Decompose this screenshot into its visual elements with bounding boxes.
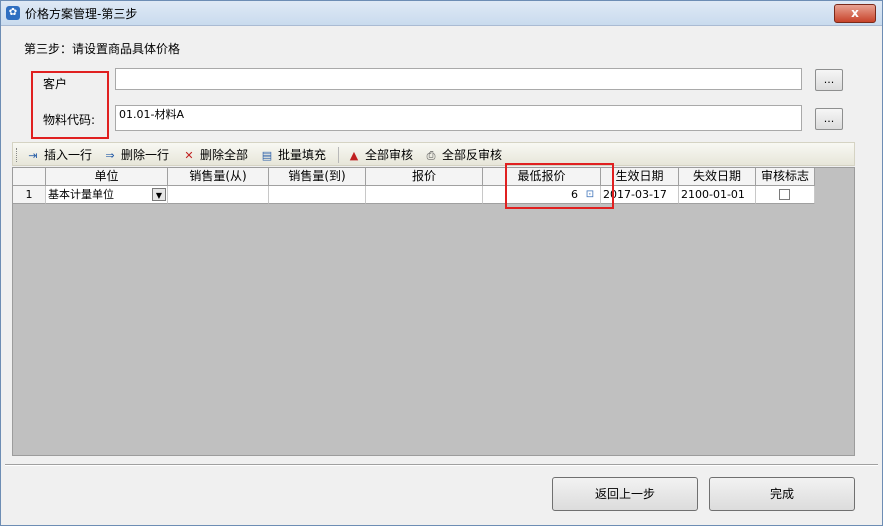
insert-row-label: 插入一行 (44, 148, 93, 162)
unit-select[interactable]: 基本计量单位 ▼ (46, 186, 168, 204)
quote-cell[interactable] (366, 186, 483, 204)
price-grid: 单位 销售量(从) 销售量(到) 报价 最低报价 生效日期 失效日期 审核标志 … (12, 167, 855, 456)
column-header-qty-to[interactable]: 销售量(到) (269, 168, 366, 186)
unapprove-all-label: 全部反审核 (442, 148, 503, 162)
customer-label: 客户 (43, 77, 68, 91)
delete-row-label: 删除一行 (121, 148, 170, 162)
bottom-divider (5, 464, 878, 466)
material-code-field[interactable]: 01.01-材料A (115, 105, 802, 131)
material-code-label: 物料代码: (43, 113, 96, 127)
insert-row-icon: ⇥ (28, 148, 38, 162)
highlight-box-min-quote (505, 163, 614, 209)
toolbar-grip (16, 148, 20, 162)
unapprove-all-button[interactable]: ⎙ 全部反审核 (423, 146, 502, 164)
approve-all-button[interactable]: ▲ 全部审核 (346, 146, 413, 164)
approve-all-label: 全部审核 (365, 148, 414, 162)
step-instruction: 第三步：请设置商品具体价格 (24, 42, 181, 56)
column-header-qty-from[interactable]: 销售量(从) (168, 168, 269, 186)
approved-cell[interactable] (756, 186, 815, 204)
qty-to-cell[interactable] (269, 186, 366, 204)
price-scheme-window: ✿ 价格方案管理-第三步 x 第三步：请设置商品具体价格 客户 ... 物料代码… (0, 0, 883, 526)
insert-row-button[interactable]: ⇥ 插入一行 (25, 146, 92, 164)
delete-row-icon: ⇒ (105, 148, 115, 162)
delete-all-label: 删除全部 (200, 148, 249, 162)
window-title: 价格方案管理-第三步 (25, 7, 138, 21)
delete-row-button[interactable]: ⇒ 删除一行 (102, 146, 169, 164)
back-button[interactable]: 返回上一步 (552, 477, 698, 511)
approved-checkbox[interactable] (779, 189, 790, 200)
column-header-unit[interactable]: 单位 (46, 168, 168, 186)
batch-fill-label: 批量填充 (278, 148, 327, 162)
column-header-expire-date[interactable]: 失效日期 (679, 168, 756, 186)
unit-select-value: 基本计量单位 (48, 188, 114, 201)
delete-all-icon: ✕ (184, 148, 194, 162)
batch-fill-button[interactable]: ▤ 批量填充 (259, 146, 326, 164)
chevron-down-icon[interactable]: ▼ (152, 188, 166, 201)
customer-field[interactable] (115, 68, 802, 90)
app-icon: ✿ (6, 6, 20, 20)
expire-date-cell[interactable]: 2100-01-01 (679, 186, 756, 204)
qty-from-cell[interactable] (168, 186, 269, 204)
approve-all-icon: ▲ (349, 148, 359, 162)
customer-browse-button[interactable]: ... (815, 69, 843, 91)
grid-corner-header (13, 168, 46, 186)
column-header-quote[interactable]: 报价 (366, 168, 483, 186)
material-browse-button[interactable]: ... (815, 108, 843, 130)
title-bar: ✿ 价格方案管理-第三步 x (1, 1, 882, 26)
printer-icon: ⎙ (426, 148, 436, 162)
column-header-approved[interactable]: 审核标志 (756, 168, 815, 186)
toolbar-separator (338, 147, 339, 163)
finish-button[interactable]: 完成 (709, 477, 855, 511)
batch-fill-icon: ▤ (261, 148, 273, 162)
close-button[interactable]: x (834, 4, 876, 23)
row-number: 1 (13, 186, 46, 204)
delete-all-button[interactable]: ✕ 删除全部 (181, 146, 248, 164)
grid-toolbar: ⇥ 插入一行 ⇒ 删除一行 ✕ 删除全部 ▤ 批量填充 ▲ 全部审核 ⎙ 全部反审核 (12, 142, 855, 166)
